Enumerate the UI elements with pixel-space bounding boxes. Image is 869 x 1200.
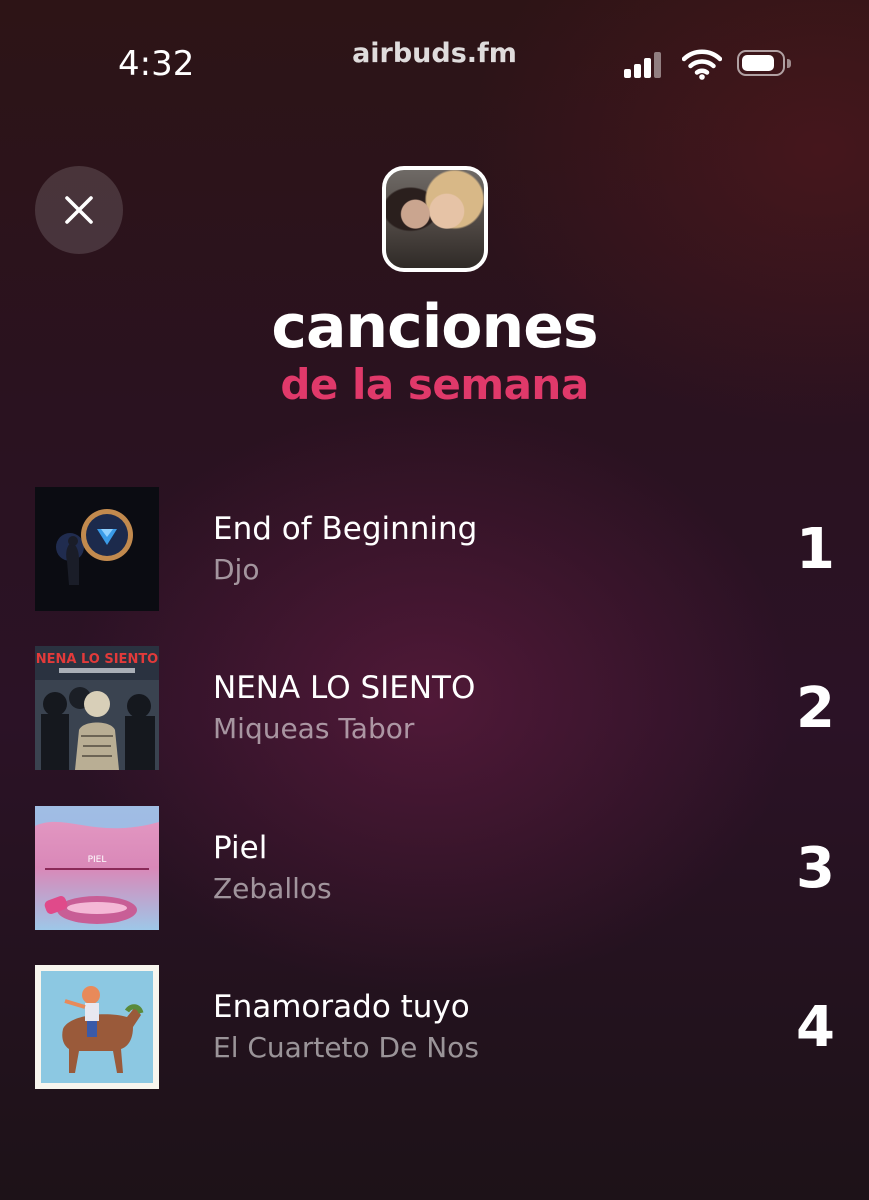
album-cover-piel: PIEL bbox=[35, 806, 159, 930]
track-artist: Zeballos bbox=[213, 872, 332, 905]
track-row-2[interactable]: NENA LO SIENTO NENA LO SIENTO Miqueas Ta… bbox=[35, 646, 835, 770]
close-button[interactable] bbox=[35, 166, 123, 254]
track-row-4[interactable]: Enamorado tuyo El Cuarteto De Nos 4 bbox=[35, 965, 835, 1089]
track-rank: 2 bbox=[796, 676, 835, 741]
track-rank: 3 bbox=[796, 836, 835, 901]
status-bar: 4:32 airbuds.fm bbox=[0, 0, 869, 120]
wifi-icon bbox=[682, 49, 722, 80]
page-title: canciones bbox=[271, 292, 598, 362]
page-subtitle: de la semana bbox=[280, 360, 589, 409]
album-cover-nena-lo-siento: NENA LO SIENTO bbox=[35, 646, 159, 770]
album-cover-end-of-beginning bbox=[35, 487, 159, 611]
cover-text: PIEL bbox=[88, 855, 107, 865]
track-artist: Miqueas Tabor bbox=[213, 712, 415, 745]
battery-icon bbox=[737, 50, 791, 76]
cover-text: NENA LO SIENTO bbox=[36, 652, 159, 667]
track-title: End of Beginning bbox=[213, 511, 478, 547]
track-rank: 1 bbox=[796, 517, 835, 582]
track-rank: 4 bbox=[796, 995, 835, 1060]
track-artist: El Cuarteto De Nos bbox=[213, 1031, 479, 1064]
track-row-1[interactable]: End of Beginning Djo 1 bbox=[35, 487, 835, 611]
track-artist: Djo bbox=[213, 553, 260, 586]
close-icon bbox=[65, 196, 93, 224]
profile-avatar bbox=[382, 166, 488, 272]
track-title: Piel bbox=[213, 830, 268, 866]
cellular-signal-icon bbox=[624, 52, 662, 78]
album-cover-enamorado-tuyo bbox=[35, 965, 159, 1089]
track-title: NENA LO SIENTO bbox=[213, 670, 476, 706]
track-title: Enamorado tuyo bbox=[213, 989, 470, 1025]
track-row-3[interactable]: PIEL Piel Zeballos 3 bbox=[35, 806, 835, 930]
